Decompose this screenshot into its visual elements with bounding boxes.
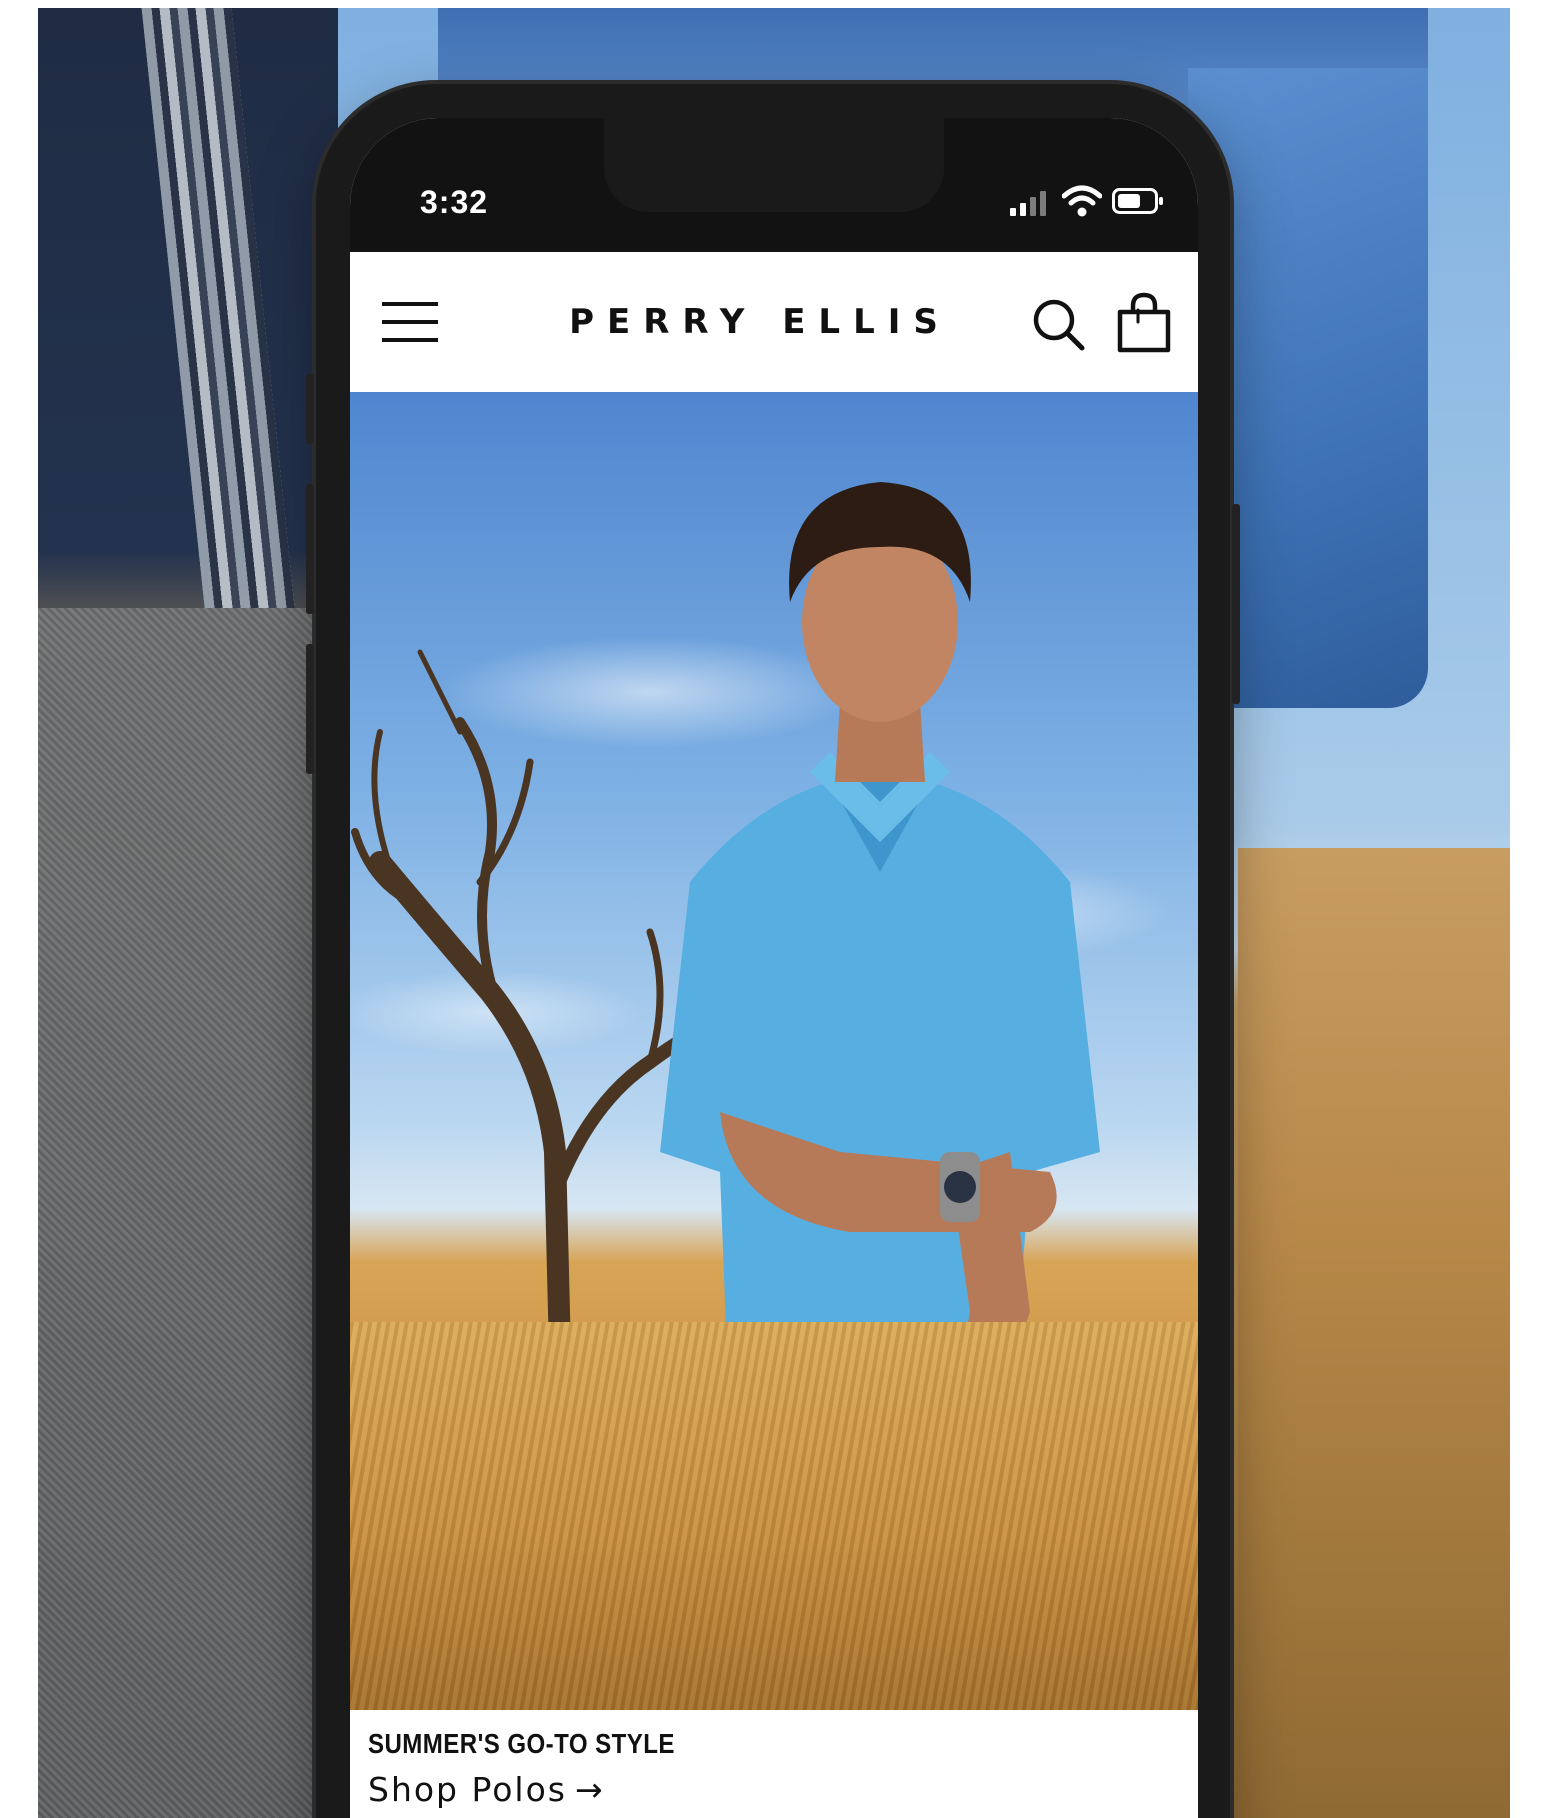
phone-volume-down <box>306 644 314 774</box>
status-bar: 3:32 <box>350 118 1198 252</box>
status-time: 3:32 <box>420 184 489 220</box>
cellular-signal-icon <box>1010 190 1050 216</box>
battery-icon <box>1112 188 1163 214</box>
hero-banner-image[interactable] <box>350 392 1198 1710</box>
phone-screen: 3:32 PERRY ELLIS SUMMER'S GO-TO STYLE Sh… <box>350 118 1198 1818</box>
menu-icon[interactable] <box>382 302 438 342</box>
arrow-right-icon: → <box>574 1770 605 1809</box>
phone-silent-switch <box>306 374 314 444</box>
search-icon[interactable] <box>1030 296 1086 352</box>
background-hills <box>1238 848 1510 1818</box>
wifi-icon <box>1062 185 1102 217</box>
hero-caption: SUMMER'S GO-TO STYLE Shop Polos → <box>368 1728 1168 1809</box>
left-model-pants <box>38 608 338 1818</box>
phone-power-button <box>1232 504 1240 704</box>
phone-volume-up <box>306 484 314 614</box>
shop-polos-label: Shop Polos <box>368 1770 567 1809</box>
hero-title: SUMMER'S GO-TO STYLE <box>368 1728 675 1759</box>
phone-frame: 3:32 PERRY ELLIS SUMMER'S GO-TO STYLE Sh… <box>306 84 1240 1818</box>
phone-notch <box>604 118 944 212</box>
hero-grass-field <box>350 1322 1198 1710</box>
shop-polos-link[interactable]: Shop Polos → <box>368 1770 605 1809</box>
brand-logo[interactable]: PERRY ELLIS <box>550 302 970 342</box>
shopping-bag-icon[interactable] <box>1116 292 1172 354</box>
site-header: PERRY ELLIS <box>350 252 1198 392</box>
ad-canvas: 3:32 PERRY ELLIS SUMMER'S GO-TO STYLE Sh… <box>0 0 1542 1818</box>
